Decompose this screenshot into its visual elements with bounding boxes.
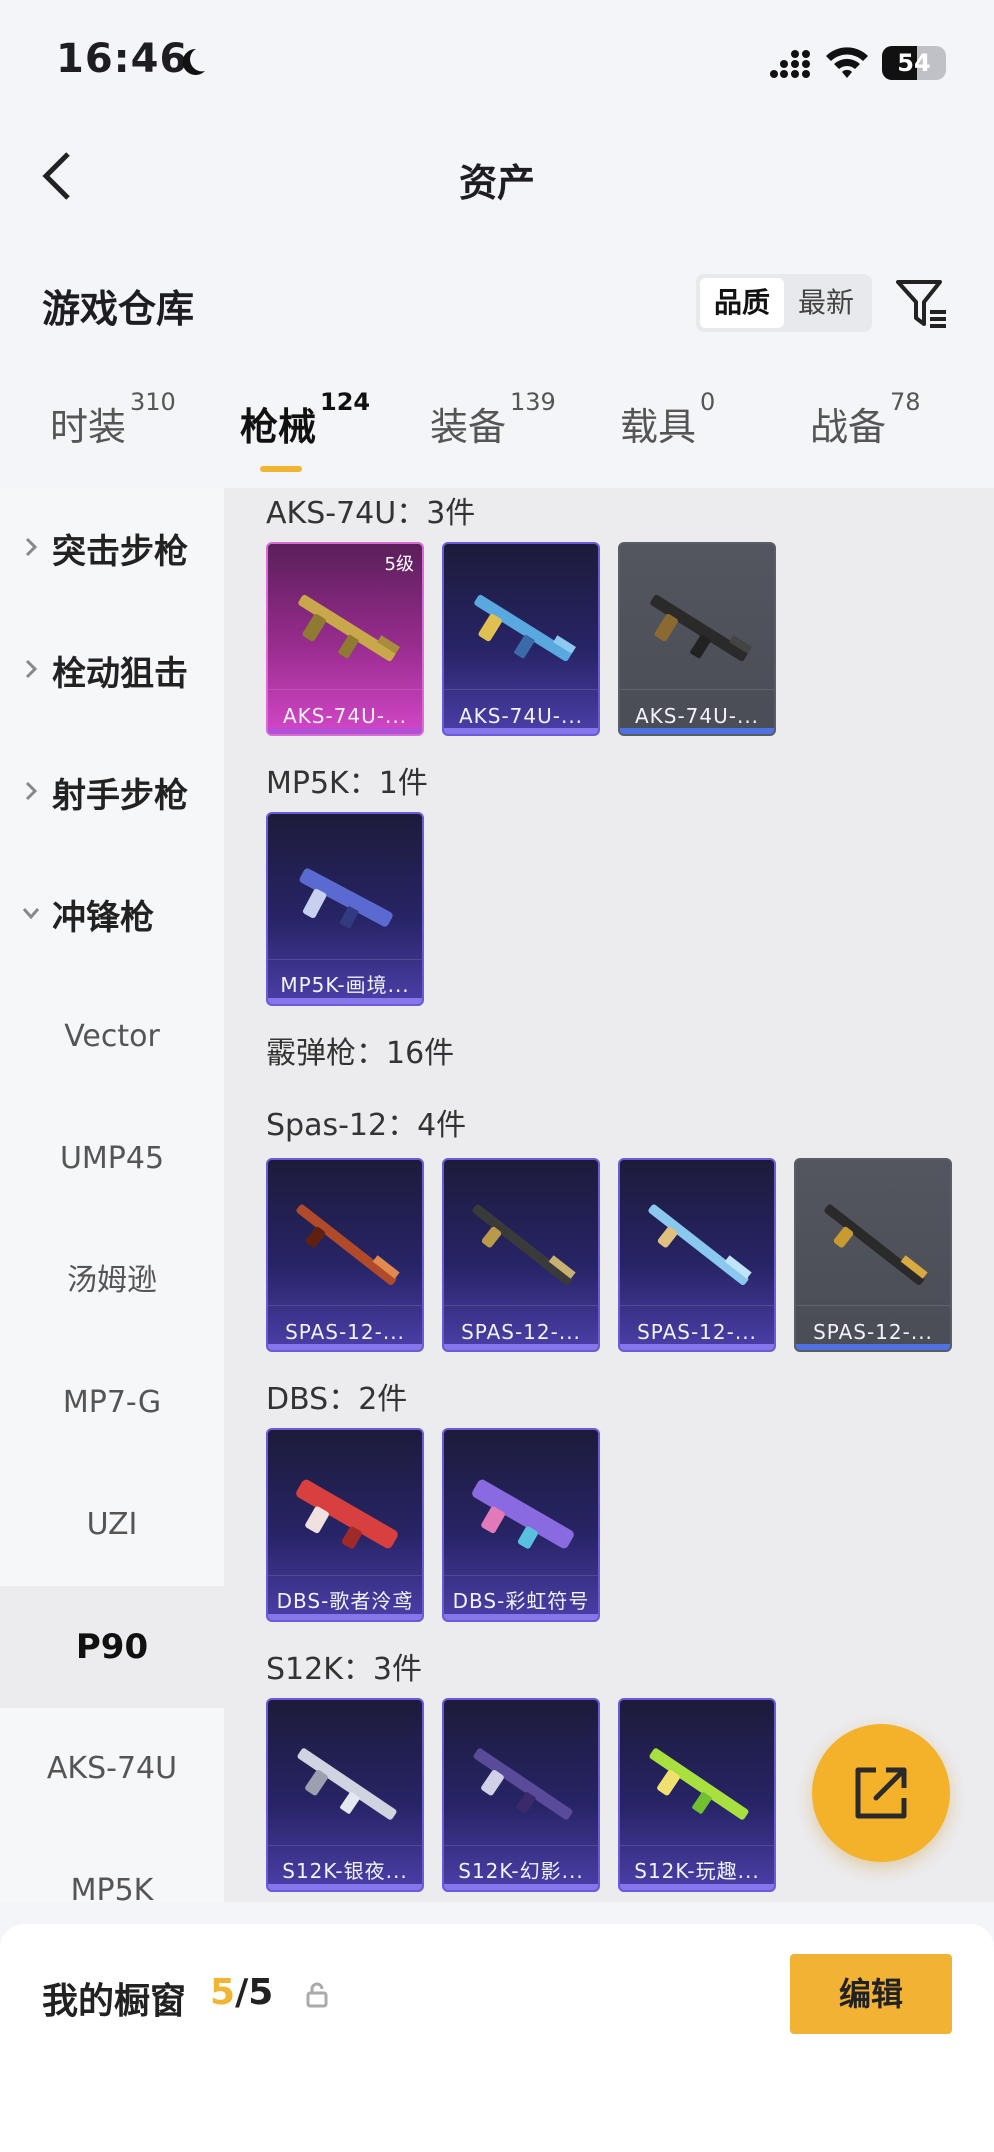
section-title: 游戏仓库	[42, 287, 195, 331]
weapon-thumbnail	[650, 594, 753, 662]
weapon-card[interactable]: SPAS-12-...	[266, 1158, 424, 1352]
weapon-card[interactable]: 5级 AKS-74U-...	[266, 542, 424, 736]
weapon-name: S12K-银夜...	[282, 1859, 408, 1883]
chevron-right-icon	[25, 537, 38, 557]
weapon-name: DBS-彩虹符号	[452, 1589, 590, 1613]
sidebar-item-marksman-rifle[interactable]: 射手步枪	[0, 732, 224, 854]
weapon-thumbnail	[472, 1479, 574, 1549]
tab-vehicles[interactable]: 载具0	[620, 388, 715, 451]
weapon-card[interactable]: SPAS-12-...	[442, 1158, 600, 1352]
weapon-card[interactable]: DBS-彩虹符号	[442, 1428, 600, 1622]
weapon-name: SPAS-12-...	[813, 1320, 933, 1344]
chevron-right-icon	[25, 659, 38, 679]
share-icon	[855, 1767, 907, 1819]
chevron-right-icon	[25, 781, 38, 801]
weapon-thumbnail	[473, 1748, 573, 1820]
weapon-card[interactable]: DBS-歌者泠鸢	[266, 1428, 424, 1622]
sidebar-sub-mp7g[interactable]: MP7-G	[0, 1342, 224, 1464]
battery-indicator: 54	[882, 46, 946, 80]
sidebar-item-smg[interactable]: 冲锋枪	[0, 854, 224, 976]
weapon-thumbnail	[297, 1748, 397, 1820]
weapon-name: AKS-74U-...	[634, 704, 760, 728]
weapon-thumbnail	[824, 1204, 928, 1286]
sidebar-sub-mp5k[interactable]: MP5K	[0, 1830, 224, 1902]
nav-bar: 资产	[0, 130, 994, 220]
tab-firearms[interactable]: 枪械124	[240, 388, 370, 451]
page-title: 资产	[458, 161, 535, 205]
sort-quality-button[interactable]: 品质	[700, 278, 784, 328]
weapon-card[interactable]: SPAS-12-...	[618, 1158, 776, 1352]
weapon-name: AKS-74U-...	[282, 704, 408, 728]
group-title: MP5K：1件	[266, 766, 428, 801]
tab-equipment[interactable]: 装备139	[430, 388, 556, 451]
weapon-thumbnail	[298, 594, 401, 662]
showcase-count: 5/5	[210, 1972, 274, 2013]
group-title: S12K：3件	[266, 1652, 422, 1687]
weapon-thumbnail	[296, 1479, 398, 1549]
status-time: 16:46	[56, 36, 189, 82]
group-title: 霰弹枪：16件	[266, 1036, 455, 1071]
weapon-name: MP5K-画境...	[280, 973, 410, 997]
weapon-card[interactable]: SPAS-12-...	[794, 1158, 952, 1352]
weapon-name: S12K-幻影...	[458, 1859, 584, 1883]
tab-supplies[interactable]: 战备78	[810, 388, 921, 451]
weapon-thumbnail	[296, 1204, 400, 1286]
weapon-name: SPAS-12-...	[285, 1320, 405, 1344]
signal-icon	[770, 50, 810, 78]
weapon-card[interactable]: AKS-74U-...	[618, 542, 776, 736]
sidebar-sub-aks74u[interactable]: AKS-74U	[0, 1708, 224, 1830]
showcase-panel: 我的橱窗 5/5 编辑	[0, 1924, 994, 2152]
weapon-card[interactable]: S12K-银夜...	[266, 1698, 424, 1892]
sort-toggle: 品质 最新	[696, 274, 872, 332]
sidebar-sub-thompson[interactable]: 汤姆逊	[0, 1220, 224, 1342]
weapon-card[interactable]: S12K-幻影...	[442, 1698, 600, 1892]
showcase-label: 我的橱窗	[42, 1981, 187, 2022]
battery-level: 54	[897, 49, 931, 77]
sidebar-item-assault-rifle[interactable]: 突击步枪	[0, 488, 224, 610]
weapon-grid: AKS-74U：3件 5级 AKS-74U-... AKS-74U-... AK…	[224, 488, 994, 1902]
weapon-thumbnail	[474, 594, 577, 662]
tab-fashion[interactable]: 时装310	[50, 388, 176, 451]
weapon-name: S12K-玩趣...	[634, 1859, 760, 1883]
edit-button[interactable]: 编辑	[790, 1954, 952, 2034]
weapon-thumbnail	[299, 868, 393, 929]
sidebar-sub-uzi[interactable]: UZI	[0, 1464, 224, 1586]
chevron-down-icon	[22, 908, 40, 920]
sidebar-sub-vector[interactable]: Vector	[0, 976, 224, 1098]
weapon-card[interactable]: MP5K-画境...	[266, 812, 424, 1006]
weapon-card[interactable]: AKS-74U-...	[442, 542, 600, 736]
sort-latest-button[interactable]: 最新	[784, 278, 868, 328]
lock-icon[interactable]	[306, 1982, 328, 2008]
filter-icon[interactable]	[894, 276, 950, 332]
weapon-card[interactable]: S12K-玩趣...	[618, 1698, 776, 1892]
weapon-name: AKS-74U-...	[458, 704, 584, 728]
weapon-name: SPAS-12-...	[637, 1320, 757, 1344]
weapon-thumbnail	[472, 1204, 576, 1286]
weapon-thumbnail	[648, 1204, 752, 1286]
moon-icon	[182, 48, 205, 75]
share-button[interactable]	[812, 1724, 950, 1862]
wifi-icon	[826, 47, 868, 78]
group-title: AKS-74U：3件	[266, 496, 476, 531]
active-tab-indicator	[260, 466, 302, 472]
sidebar-item-bolt-sniper[interactable]: 栓动狙击	[0, 610, 224, 732]
sidebar-sub-p90[interactable]: P90	[0, 1586, 224, 1708]
status-bar: 16:46 54	[0, 0, 994, 120]
sidebar-sub-ump45[interactable]: UMP45	[0, 1098, 224, 1220]
category-tabs: 时装310 枪械124 装备139 载具0 战备78	[0, 388, 994, 476]
group-title: DBS：2件	[266, 1382, 408, 1417]
weapon-name: SPAS-12-...	[461, 1320, 581, 1344]
weapon-thumbnail	[649, 1748, 749, 1820]
weapon-name: DBS-歌者泠鸢	[276, 1589, 414, 1613]
weapon-category-sidebar: 突击步枪 栓动狙击 射手步枪 冲锋枪 Vector UMP45 汤姆逊 MP7-…	[0, 488, 224, 1902]
group-title: Spas-12：4件	[266, 1108, 467, 1143]
level-badge: 5级	[384, 554, 414, 575]
warehouse-header: 游戏仓库 品质 最新	[0, 268, 994, 338]
